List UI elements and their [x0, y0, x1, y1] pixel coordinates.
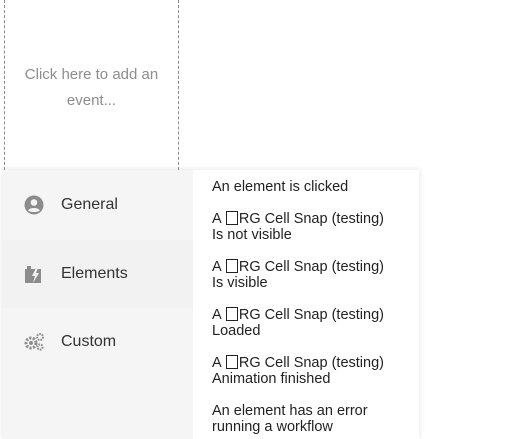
element-bolt-icon [23, 263, 45, 285]
event-loaded[interactable]: A RG Cell Snap (testing) Loaded [212, 307, 412, 339]
category-elements[interactable]: Elements [3, 240, 193, 308]
element-type-icon [225, 211, 238, 225]
category-general[interactable]: General [3, 170, 193, 240]
event-list: An element is clicked A RG Cell Snap (te… [193, 170, 419, 439]
add-event-hint[interactable]: Click here to add an event... [17, 62, 167, 114]
category-custom[interactable]: Custom [3, 308, 193, 376]
gears-icon [23, 331, 45, 353]
event-animation-finished[interactable]: A RG Cell Snap (testing) Animation finis… [212, 355, 412, 387]
category-label: Custom [61, 333, 117, 350]
category-label: Elements [61, 265, 128, 282]
event-type-menu: General Elements Custom An element is cl… [3, 170, 419, 439]
element-type-icon [225, 259, 238, 273]
event-element-clicked[interactable]: An element is clicked [212, 179, 412, 195]
element-type-icon [225, 355, 238, 369]
category-label: General [61, 196, 118, 213]
category-list: General Elements Custom [3, 170, 193, 439]
event-workflow-error[interactable]: An element has an error running a workfl… [212, 403, 412, 435]
event-is-visible[interactable]: A RG Cell Snap (testing) Is visible [212, 259, 412, 291]
element-type-icon [225, 307, 238, 321]
add-event-area[interactable]: Click here to add an event... [4, 0, 179, 175]
event-not-visible[interactable]: A RG Cell Snap (testing) Is not visible [212, 211, 412, 243]
user-circle-icon [23, 194, 45, 216]
